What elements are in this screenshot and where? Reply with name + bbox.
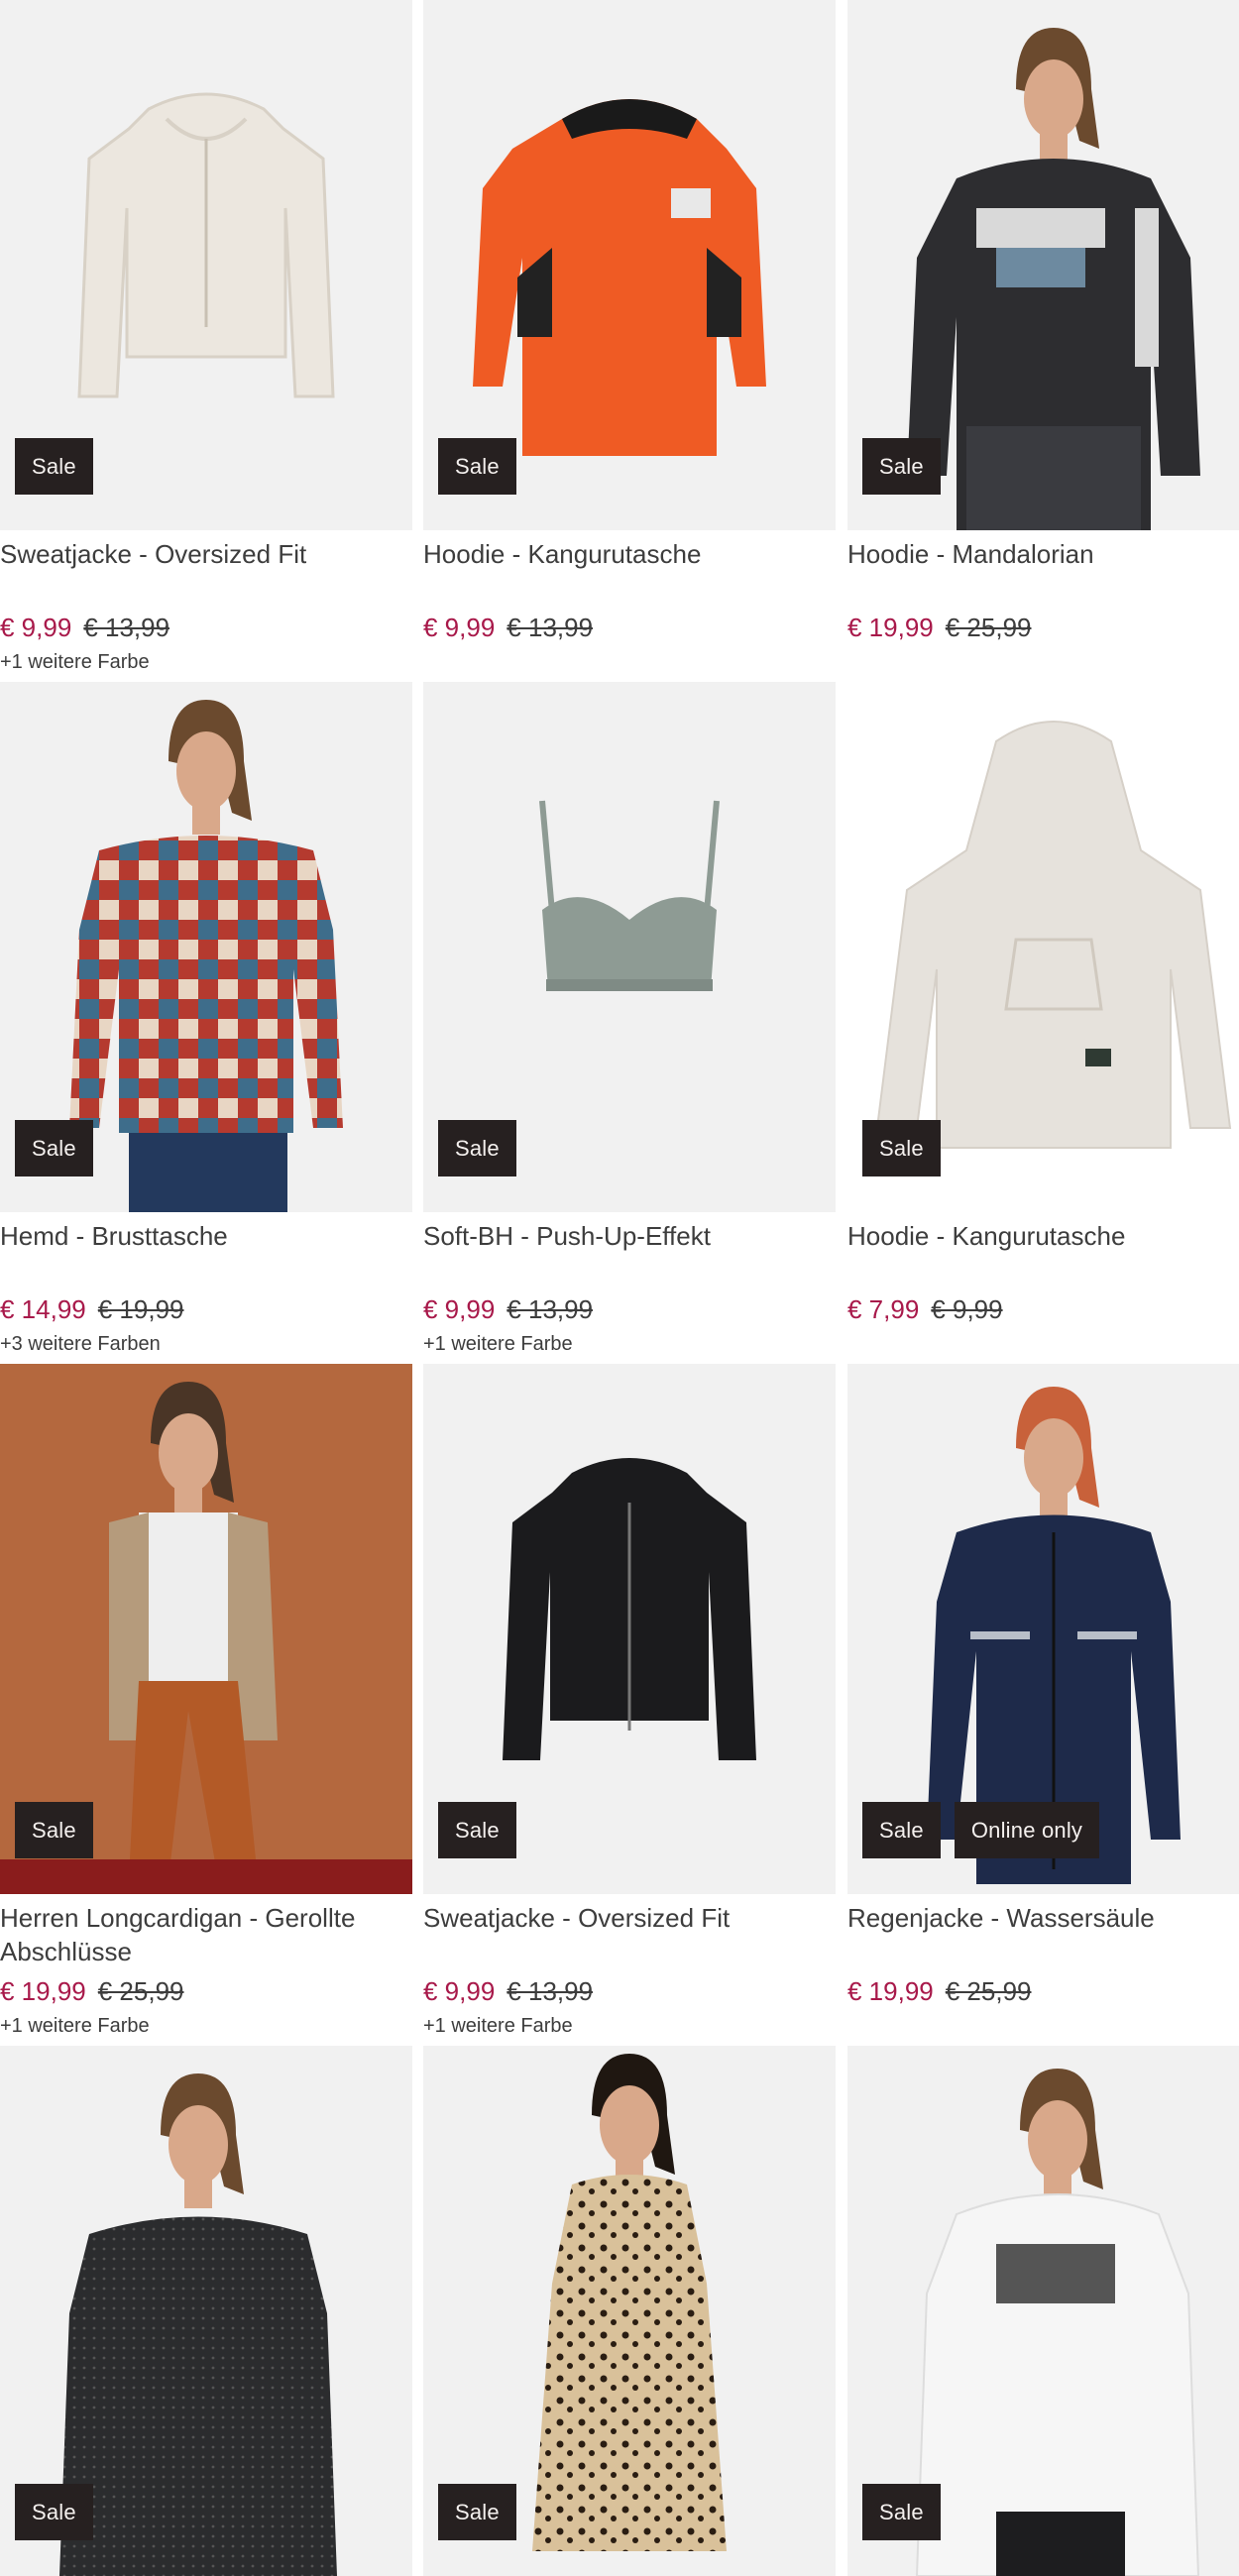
original-price: € 9,99 bbox=[931, 1294, 1003, 1324]
original-price: € 13,99 bbox=[507, 1976, 594, 2006]
sale-price: € 7,99 bbox=[847, 1294, 920, 1324]
original-price: € 25,99 bbox=[97, 1976, 184, 2006]
product-card[interactable]: Sale Soft-BH - Push-Up-Effekt € 9,99 € 13,9… bbox=[423, 682, 836, 1358]
sale-price: € 14,99 bbox=[0, 1294, 86, 1324]
price-row: € 9,99 € 13,99 bbox=[423, 611, 836, 644]
price-row: € 9,99 € 13,99 bbox=[0, 611, 412, 644]
original-price: € 13,99 bbox=[507, 613, 594, 642]
online-only-badge: Online only bbox=[954, 1802, 1100, 1858]
original-price: € 25,99 bbox=[945, 613, 1032, 642]
product-title[interactable]: Sweatjacke - Oversized Fit bbox=[423, 1901, 836, 1968]
sale-badge: Sale bbox=[862, 1802, 941, 1858]
product-title[interactable]: Hemd - Brusttasche bbox=[0, 1219, 412, 1287]
product-title[interactable]: Hoodie - Kangurutasche bbox=[847, 1219, 1239, 1287]
price-row: € 9,99 € 13,99 bbox=[423, 1292, 836, 1326]
badge-row: Sale bbox=[15, 1120, 93, 1176]
badge-row: Sale bbox=[438, 438, 516, 495]
badge-row: Sale bbox=[438, 2484, 516, 2540]
product-title[interactable]: Herren Longcardigan - Gerollte Abschlüss… bbox=[0, 1901, 412, 1968]
badge-row: Sale bbox=[15, 2484, 93, 2540]
badge-row: Sale bbox=[438, 1120, 516, 1176]
product-card[interactable]: Sale bbox=[847, 2046, 1239, 2576]
badge-row: Sale bbox=[15, 438, 93, 495]
sale-badge: Sale bbox=[438, 438, 516, 495]
more-colors-link[interactable]: +1 weitere Farbe bbox=[423, 1330, 836, 1358]
product-card[interactable]: Sale bbox=[423, 2046, 836, 2576]
product-image[interactable]: Sale bbox=[847, 682, 1239, 1212]
product-card[interactable]: Sale Hoodie - Mandalorian € 19,99 € 25,99 bbox=[847, 0, 1239, 644]
sale-price: € 19,99 bbox=[847, 1976, 934, 2006]
product-image[interactable]: Sale bbox=[423, 682, 836, 1212]
sale-price: € 9,99 bbox=[423, 1976, 496, 2006]
sale-badge: Sale bbox=[15, 2484, 93, 2540]
badge-row: Sale bbox=[862, 2484, 941, 2540]
price-row: € 19,99 € 25,99 bbox=[0, 1974, 412, 2008]
sale-price: € 9,99 bbox=[423, 1294, 496, 1324]
product-title[interactable]: Regenjacke - Wassersäule bbox=[847, 1901, 1239, 1968]
product-image[interactable]: Sale bbox=[0, 682, 412, 1212]
product-image[interactable]: Sale bbox=[0, 2046, 412, 2576]
price-row: € 7,99 € 9,99 bbox=[847, 1292, 1239, 1326]
product-image[interactable]: Sale bbox=[0, 1364, 412, 1894]
product-title[interactable]: Hoodie - Mandalorian bbox=[847, 537, 1239, 605]
product-card[interactable]: Sale Hemd - Brusttasche € 14,99 € 19,99 +3 w… bbox=[0, 682, 412, 1358]
sale-badge: Sale bbox=[438, 1120, 516, 1176]
price-row: € 14,99 € 19,99 bbox=[0, 1292, 412, 1326]
original-price: € 19,99 bbox=[97, 1294, 184, 1324]
product-card[interactable]: Sale Herren Longcardigan - Gerollte Absch… bbox=[0, 1364, 412, 2040]
product-card[interactable]: Sale Hoodie - Kangurutasche € 9,99 € 13,99 bbox=[423, 0, 836, 644]
product-title[interactable]: Soft-BH - Push-Up-Effekt bbox=[423, 1219, 836, 1287]
original-price: € 13,99 bbox=[507, 1294, 594, 1324]
more-colors-link[interactable]: +1 weitere Farbe bbox=[0, 648, 412, 676]
sale-badge: Sale bbox=[438, 1802, 516, 1858]
sale-badge: Sale bbox=[862, 1120, 941, 1176]
product-image[interactable]: Sale bbox=[847, 2046, 1239, 2576]
original-price: € 13,99 bbox=[83, 613, 170, 642]
badge-row: Sale bbox=[15, 1802, 93, 1858]
badge-row: Sale bbox=[438, 1802, 516, 1858]
product-card[interactable]: Sale Sweatjacke - Oversized Fit € 9,99 € 13… bbox=[0, 0, 412, 676]
product-card[interactable]: Sale bbox=[0, 2046, 412, 2576]
product-card[interactable]: Sale Hoodie - Kangurutasche € 7,99 € 9,99 bbox=[847, 682, 1239, 1326]
sale-price: € 9,99 bbox=[423, 613, 496, 642]
sale-badge: Sale bbox=[862, 438, 941, 495]
more-colors-link[interactable]: +1 weitere Farbe bbox=[0, 2012, 412, 2040]
sale-badge: Sale bbox=[15, 1802, 93, 1858]
product-image[interactable]: Sale bbox=[423, 2046, 836, 2576]
badge-row: Sale bbox=[862, 438, 941, 495]
sale-price: € 19,99 bbox=[847, 613, 934, 642]
sale-price: € 9,99 bbox=[0, 613, 72, 642]
badge-row: Sale bbox=[862, 1120, 941, 1176]
price-row: € 19,99 € 25,99 bbox=[847, 1974, 1239, 2008]
price-row: € 19,99 € 25,99 bbox=[847, 611, 1239, 644]
product-image[interactable]: Sale bbox=[0, 0, 412, 530]
price-row: € 9,99 € 13,99 bbox=[423, 1974, 836, 2008]
sale-badge: Sale bbox=[15, 1120, 93, 1176]
sale-badge: Sale bbox=[862, 2484, 941, 2540]
more-colors-link[interactable]: +3 weitere Farben bbox=[0, 1330, 412, 1358]
product-image[interactable]: Sale bbox=[423, 0, 836, 530]
original-price: € 25,99 bbox=[945, 1976, 1032, 2006]
sale-badge: Sale bbox=[438, 2484, 516, 2540]
product-image[interactable]: Sale bbox=[423, 1364, 836, 1894]
product-title[interactable]: Hoodie - Kangurutasche bbox=[423, 537, 836, 605]
product-card[interactable]: Sale Sweatjacke - Oversized Fit € 9,99 € 13… bbox=[423, 1364, 836, 2040]
product-title[interactable]: Sweatjacke - Oversized Fit bbox=[0, 537, 412, 605]
badge-row: Sale Online only bbox=[862, 1802, 1100, 1858]
product-image[interactable]: Sale Online only bbox=[847, 1364, 1239, 1894]
sale-badge: Sale bbox=[15, 438, 93, 495]
sale-price: € 19,99 bbox=[0, 1976, 86, 2006]
product-grid: Sale Sweatjacke - Oversized Fit € 9,99 € 13… bbox=[0, 0, 1239, 2576]
product-card[interactable]: Sale Online only Regenjacke - Wassersäule €… bbox=[847, 1364, 1239, 2008]
product-image[interactable]: Sale bbox=[847, 0, 1239, 530]
more-colors-link[interactable]: +1 weitere Farbe bbox=[423, 2012, 836, 2040]
